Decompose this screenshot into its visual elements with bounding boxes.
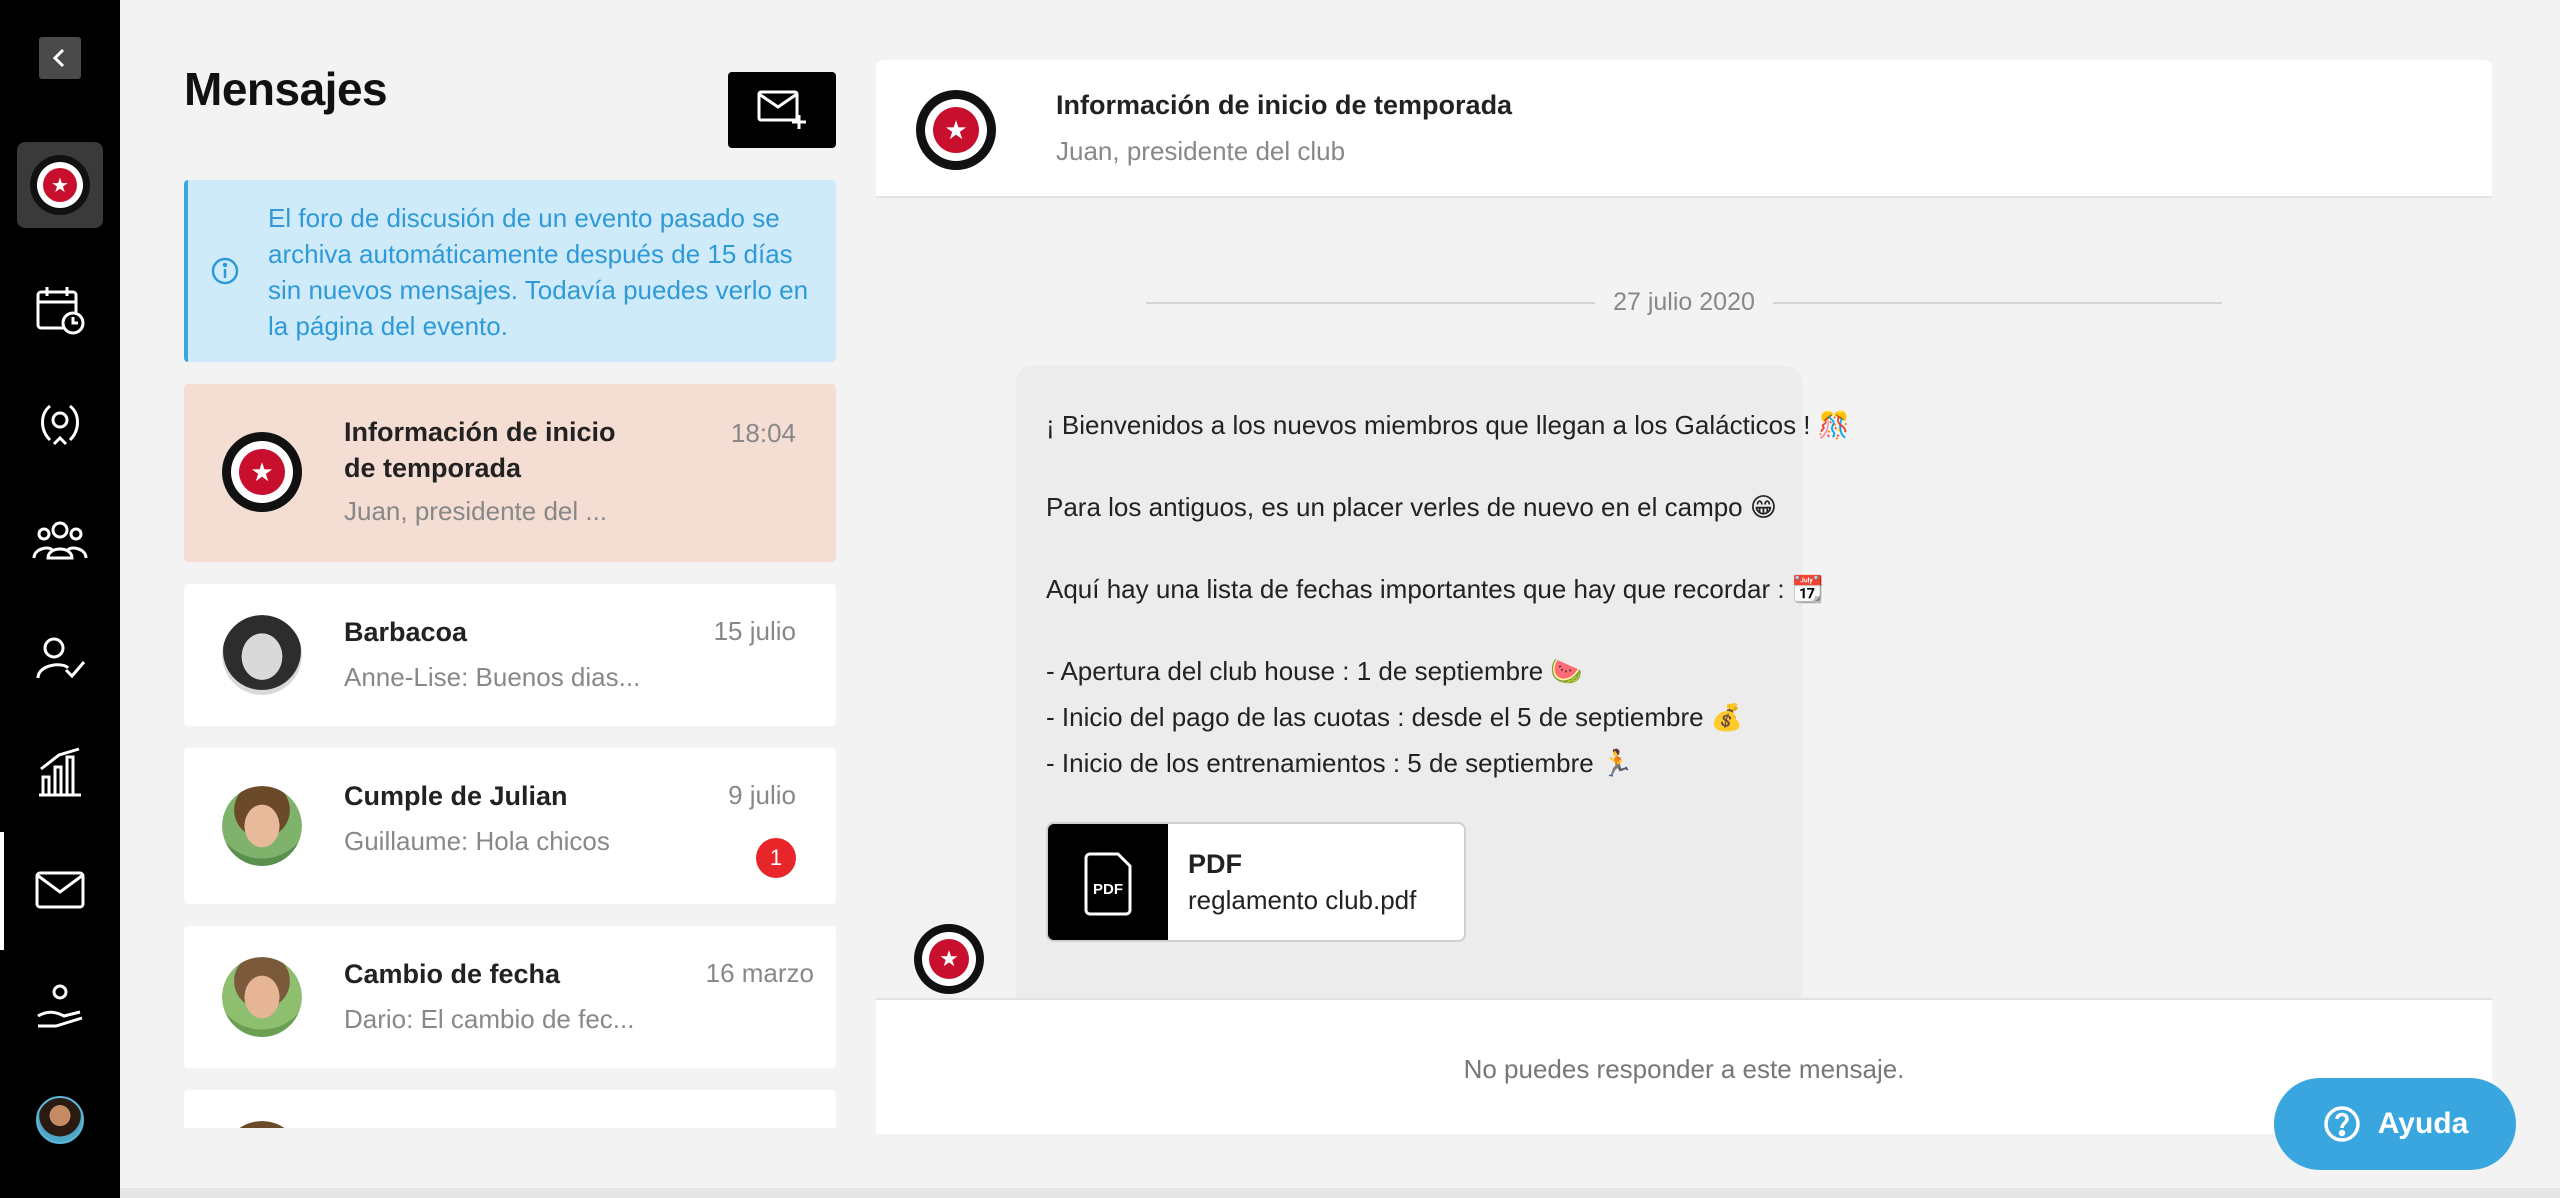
- bar-chart-icon: [39, 747, 81, 797]
- unread-badge: 1: [756, 838, 796, 878]
- conversation-detail: ★ Información de inicio de temporada Jua…: [876, 60, 2492, 1134]
- conversation-item[interactable]: Barbacoa Anne-Lise: Buenos dias... 15 ju…: [184, 584, 836, 726]
- conversation-item[interactable]: ★ Información de inicio de temporada Jua…: [184, 384, 836, 562]
- archive-info-notice: El foro de discusión de un evento pasado…: [184, 180, 836, 362]
- date-label: 27 julio 2020: [1595, 288, 1773, 316]
- conversation-list: ★ Información de inicio de temporada Jua…: [184, 384, 836, 1128]
- conversation-item[interactable]: [184, 1090, 836, 1128]
- pdf-icon: PDF: [1048, 824, 1168, 940]
- calendar-clock-icon: [36, 287, 85, 335]
- conversation-preview: Guillaume: Hola chicos: [344, 826, 610, 856]
- window-bottom-edge: [120, 1188, 2560, 1198]
- laurel-icon: [41, 404, 79, 446]
- conversation-title: Información de inicio de temporada: [344, 417, 616, 483]
- message-text: - Inicio de los entrenamientos : 5 de se…: [1046, 748, 1634, 778]
- conversation-author: Juan, presidente del club: [1056, 136, 1346, 166]
- conversation-preview: Dario: El cambio de fec...: [344, 1004, 635, 1034]
- group-icon: [32, 521, 88, 560]
- sidebar-item-messages[interactable]: [0, 850, 120, 930]
- back-button[interactable]: [0, 36, 120, 80]
- sidebar-item-attendance[interactable]: [0, 618, 120, 698]
- conversation-header: ★ Información de inicio de temporada Jua…: [876, 60, 2492, 198]
- question-icon: [2323, 1106, 2360, 1142]
- conversation-title: Cumple de Julian: [344, 781, 568, 811]
- message-bubble: ¡ Bienvenidos a los nuevos miembros que …: [1016, 366, 1851, 1040]
- conversation-time: 16 marzo: [705, 958, 814, 988]
- sidebar-item-club[interactable]: ★: [0, 142, 120, 228]
- sender-avatar: ★: [914, 924, 984, 994]
- sidebar-item-members[interactable]: [0, 500, 120, 580]
- mail-icon: [35, 871, 85, 909]
- reply-disabled-bar: No puedes responder a este mensaje.: [876, 998, 2492, 1134]
- sidebar-item-achievements[interactable]: [0, 384, 120, 464]
- avatar: [222, 957, 302, 1037]
- user-check-icon: [36, 637, 86, 679]
- help-label: Ayuda: [2377, 1107, 2469, 1140]
- message-text: - Apertura del club house : 1 de septiem…: [1046, 656, 1583, 686]
- club-logo: ★: [222, 432, 302, 512]
- new-message-button[interactable]: [728, 72, 836, 148]
- conversation-item[interactable]: Cambio de fecha Dario: El cambio de fec.…: [184, 926, 836, 1068]
- conversation-time: 18:04: [730, 418, 796, 448]
- message-text: - Inicio del pago de las cuotas : desde …: [1046, 702, 1744, 732]
- conversation-title: Información de inicio de temporada: [1056, 90, 1513, 120]
- help-button[interactable]: Ayuda: [2274, 1078, 2516, 1170]
- club-logo: ★: [916, 90, 996, 170]
- sidebar-item-stats[interactable]: [0, 732, 120, 812]
- conversation-title: Cambio de fecha: [344, 959, 561, 989]
- conversation-preview: Juan, presidente del ...: [344, 496, 608, 526]
- pdf-attachment[interactable]: PDF PDF reglamento club.pdf: [1046, 822, 1466, 942]
- info-icon: [211, 257, 239, 285]
- sidebar-item-calendar[interactable]: [0, 270, 120, 350]
- archive-info-text: El foro de discusión de un evento pasado…: [268, 203, 809, 341]
- reply-disabled-note: No puedes responder a este mensaje.: [1463, 1054, 1905, 1084]
- avatar: [222, 786, 302, 866]
- sidebar-item-volunteers[interactable]: [0, 966, 120, 1046]
- avatar: [222, 615, 302, 695]
- hand-heart-icon: [37, 984, 83, 1028]
- attachment-type: PDF: [1188, 849, 1242, 879]
- avatar: [222, 1121, 302, 1128]
- message-text: Para los antiguos, es un placer verles d…: [1046, 492, 1777, 522]
- avatar: [36, 1096, 84, 1144]
- chevron-left-icon: [39, 37, 81, 79]
- page-title: Mensajes: [184, 63, 388, 115]
- mail-plus-icon: [757, 90, 806, 129]
- conversation-time: 9 julio: [728, 780, 796, 810]
- message-text: Aquí hay una lista de fechas importantes…: [1046, 574, 1825, 604]
- club-logo: ★: [30, 155, 90, 215]
- message-text: ¡ Bienvenidos a los nuevos miembros que …: [1046, 410, 1851, 440]
- svg-text:PDF: PDF: [1093, 881, 1123, 898]
- attachment-filename: reglamento club.pdf: [1188, 885, 1417, 915]
- conversation-item[interactable]: Cumple de Julian Guillaume: Hola chicos …: [184, 748, 836, 904]
- sidebar-item-profile[interactable]: [0, 1080, 120, 1160]
- conversation-time: 15 julio: [713, 616, 796, 646]
- conversation-preview: Anne-Lise: Buenos dias...: [344, 662, 641, 692]
- conversation-title: Barbacoa: [344, 617, 468, 647]
- date-separator: 27 julio 2020: [1146, 282, 2222, 322]
- main-sidebar: ★: [0, 0, 120, 1198]
